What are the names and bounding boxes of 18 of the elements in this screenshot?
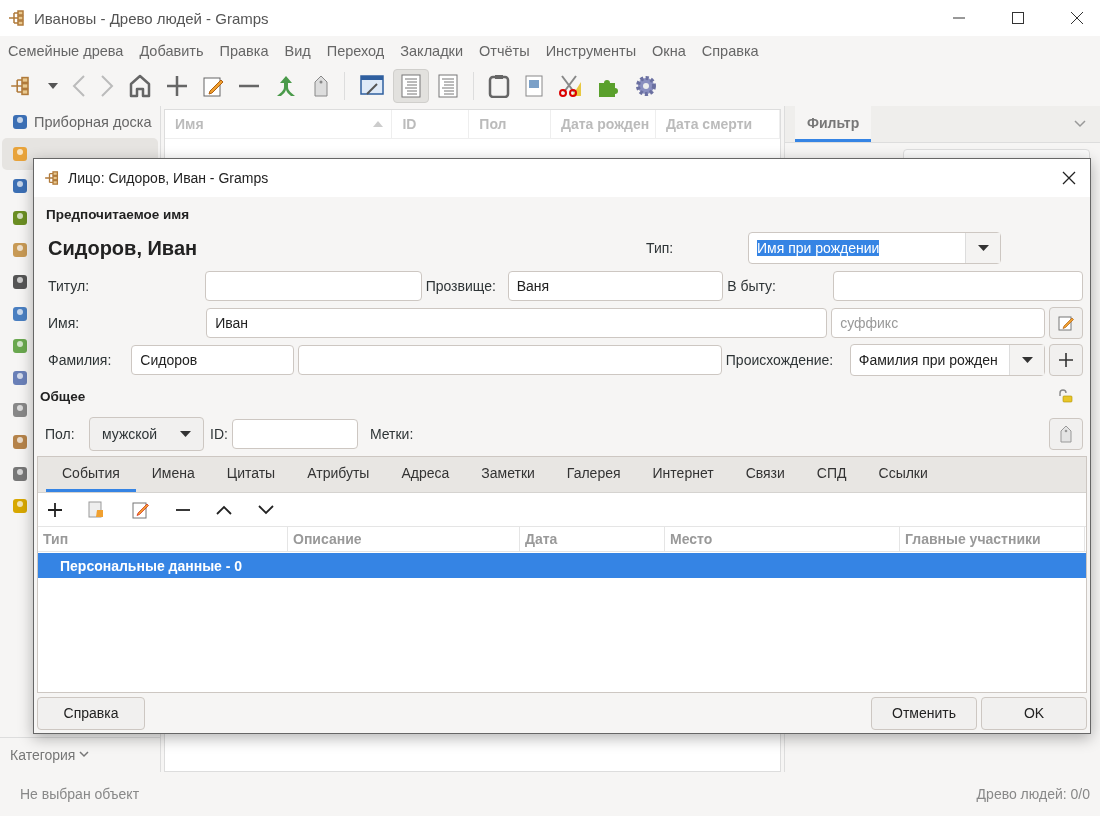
field-label: Прозвище: bbox=[425, 277, 497, 294]
field-label: Происхождение: bbox=[725, 351, 835, 368]
field-label: В быту: bbox=[727, 277, 777, 294]
dialog-title: Лицо: Сидоров, Иван - Gramps bbox=[68, 170, 269, 186]
section-heading: Предпочитаемое имя bbox=[45, 207, 191, 224]
field-label: Метки: bbox=[369, 426, 414, 442]
window-title: Ивановы - Древо людей - Gramps bbox=[34, 9, 269, 27]
field-label: Тип: bbox=[646, 240, 675, 256]
status-text: Древо людей: 0/0 bbox=[976, 786, 1090, 802]
full-name: Сидоров, Иван bbox=[48, 236, 199, 260]
status-text: Не выбран объект bbox=[20, 786, 140, 802]
field-label: Титул: bbox=[48, 277, 91, 294]
field-label: ID: bbox=[210, 426, 228, 442]
field-label: Пол: bbox=[45, 426, 76, 442]
section-heading: Общее bbox=[40, 388, 86, 404]
field-label: Имя: bbox=[48, 314, 81, 331]
field-label: Фамилия: bbox=[48, 351, 113, 368]
group-label: Персональные данные - 0 bbox=[60, 557, 243, 574]
